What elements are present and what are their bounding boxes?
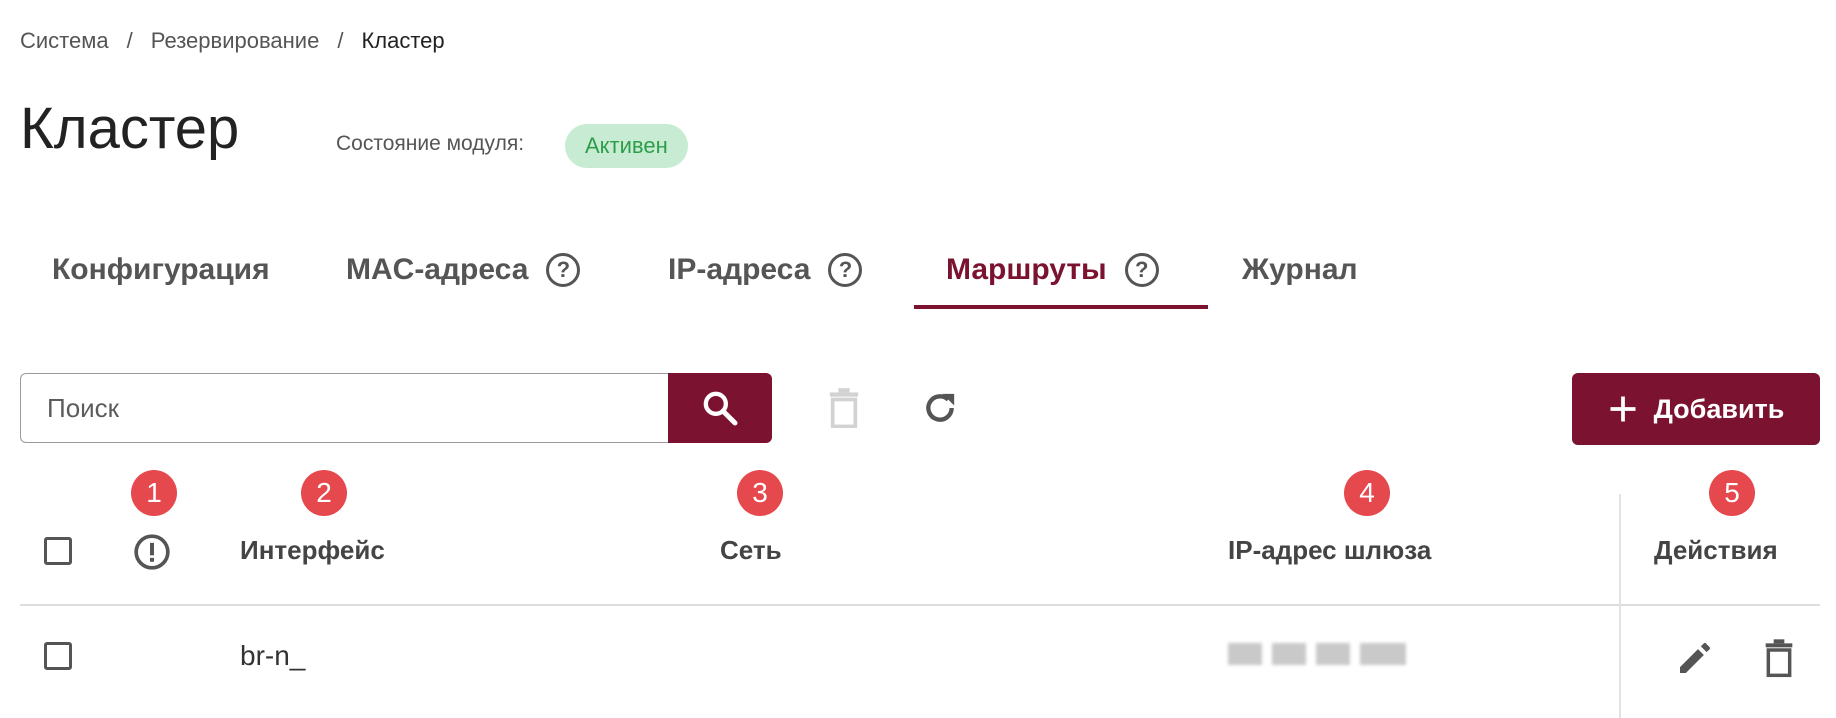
- tab-label: Маршруты: [946, 253, 1107, 286]
- breadcrumb: Система / Резервирование / Кластер: [20, 28, 445, 54]
- column-header-actions: Действия: [1654, 535, 1778, 565]
- delete-selected-button[interactable]: [822, 386, 866, 430]
- select-all-checkbox[interactable]: [44, 537, 72, 565]
- annotation-badge-1: 1: [131, 470, 177, 516]
- cell-gateway-redacted: [1228, 643, 1406, 665]
- status-badge: Активен: [565, 124, 688, 168]
- cell-interface: br-n_: [240, 640, 306, 671]
- annotation-badge-3: 3: [737, 470, 783, 516]
- tab-label: Конфигурация: [52, 253, 270, 286]
- tab-label: Журнал: [1242, 253, 1358, 286]
- tab-label: MAC-адреса: [346, 253, 529, 286]
- tab-label: IP-адреса: [668, 253, 811, 286]
- help-icon[interactable]: ?: [828, 253, 863, 287]
- search-input[interactable]: [47, 392, 647, 424]
- help-icon[interactable]: ?: [546, 253, 581, 287]
- column-header-gateway[interactable]: IP-адрес шлюза: [1228, 535, 1431, 566]
- breadcrumb-separator: /: [337, 28, 344, 53]
- exclamation-circle-icon: [132, 532, 172, 577]
- annotation-badge-4: 4: [1344, 470, 1390, 516]
- annotation-badge-5: 5: [1709, 470, 1755, 516]
- search-field[interactable]: [20, 373, 670, 443]
- search-button[interactable]: [668, 373, 772, 443]
- trash-icon: [829, 388, 859, 428]
- tab-mac-addresses[interactable]: MAC-адреса ?: [346, 248, 581, 292]
- trash-icon: [1765, 639, 1793, 678]
- refresh-icon: [926, 393, 955, 422]
- help-icon[interactable]: ?: [1124, 253, 1159, 287]
- table-divider: [20, 604, 1820, 606]
- actions-column-divider: [1619, 494, 1621, 718]
- breadcrumb-separator: /: [126, 28, 133, 53]
- tab-configuration[interactable]: Конфигурация: [52, 248, 270, 292]
- breadcrumb-item-reservation[interactable]: Резервирование: [151, 28, 320, 54]
- column-header-network[interactable]: Сеть: [720, 535, 782, 566]
- tab-ip-addresses[interactable]: IP-адреса ?: [668, 248, 863, 292]
- row-checkbox[interactable]: [44, 642, 72, 670]
- tab-routes[interactable]: Маршруты ?: [946, 248, 1159, 292]
- active-tab-indicator: [914, 305, 1208, 309]
- delete-row-button[interactable]: [1757, 636, 1801, 680]
- module-state-label: Состояние модуля:: [336, 132, 525, 155]
- edit-button[interactable]: [1673, 636, 1717, 680]
- edit-icon: [1680, 643, 1710, 673]
- page-title: Кластер: [20, 96, 240, 161]
- add-button[interactable]: Добавить: [1572, 373, 1820, 445]
- refresh-button[interactable]: [918, 386, 962, 430]
- breadcrumb-item-system[interactable]: Система: [20, 28, 109, 54]
- add-button-label: Добавить: [1653, 393, 1785, 424]
- breadcrumb-item-cluster: Кластер: [361, 28, 445, 53]
- search-icon: [703, 391, 738, 426]
- plus-icon: [1610, 396, 1636, 422]
- tab-journal[interactable]: Журнал: [1242, 248, 1358, 292]
- column-header-interface[interactable]: Интерфейс: [240, 535, 385, 566]
- annotation-badge-2: 2: [301, 470, 347, 516]
